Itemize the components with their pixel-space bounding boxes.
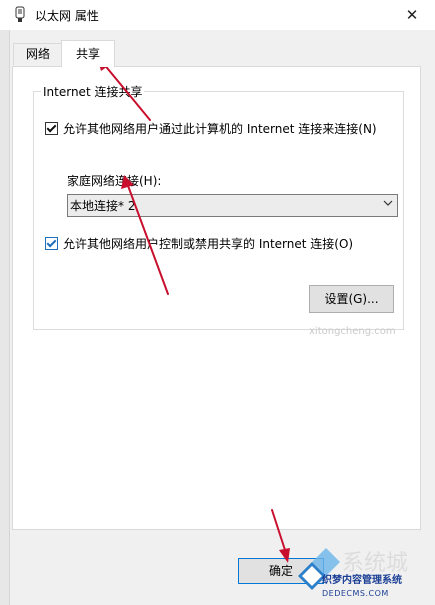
arrow-to-sharing-tab	[102, 62, 151, 121]
tab-sharing[interactable]: 共享	[61, 40, 115, 67]
annotation-arrows	[97, 56, 290, 563]
arrow-to-ok-button	[271, 509, 286, 551]
arrow-head-3	[279, 548, 290, 563]
arrow-to-home-network	[126, 182, 169, 295]
watermark-url-text: DEDECMS.COM	[322, 589, 389, 598]
watermark-site-text: 织梦内容管理系统	[322, 575, 402, 586]
arrow-head-2	[121, 175, 134, 189]
